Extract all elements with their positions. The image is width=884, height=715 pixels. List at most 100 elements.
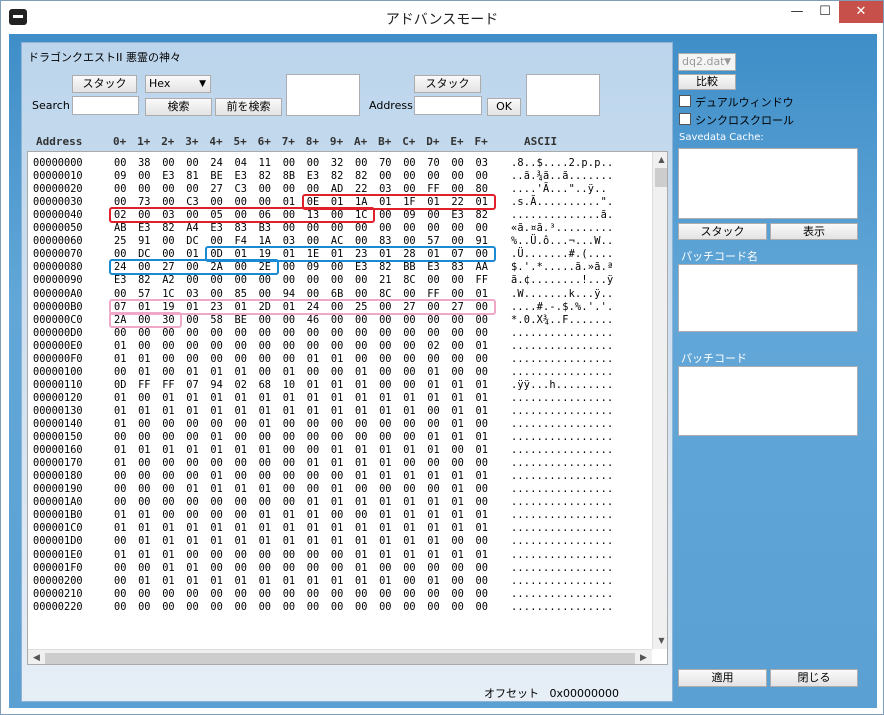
hex-byte[interactable]: 01: [379, 535, 391, 547]
hex-byte[interactable]: 00: [114, 327, 126, 339]
cache-stack-button[interactable]: スタック: [678, 223, 767, 240]
hex-byte[interactable]: 01: [355, 549, 367, 561]
hex-byte[interactable]: 07: [451, 248, 463, 260]
hex-byte[interactable]: 00: [331, 588, 343, 600]
hex-byte[interactable]: 00: [403, 340, 415, 352]
hex-byte[interactable]: 00: [355, 353, 367, 365]
hex-byte[interactable]: 01: [331, 483, 343, 495]
hex-byte[interactable]: 00: [162, 183, 174, 195]
hex-byte[interactable]: 00: [138, 470, 150, 482]
hex-byte[interactable]: 00: [114, 431, 126, 443]
hex-byte[interactable]: 01: [162, 562, 174, 574]
hex-byte[interactable]: 00: [307, 549, 319, 561]
hex-byte[interactable]: 01: [427, 535, 439, 547]
hex-byte[interactable]: 00: [283, 496, 295, 508]
compare-button[interactable]: 比較: [678, 74, 736, 90]
hex-byte[interactable]: 00: [331, 562, 343, 574]
hex-byte[interactable]: 02: [427, 340, 439, 352]
hex-byte[interactable]: 00: [186, 209, 198, 221]
hex-byte[interactable]: 01: [114, 353, 126, 365]
hex-byte[interactable]: 00: [355, 483, 367, 495]
hex-byte[interactable]: 00: [162, 196, 174, 208]
hex-byte[interactable]: 24: [210, 157, 222, 169]
hex-byte[interactable]: 00: [138, 170, 150, 182]
hex-byte[interactable]: 00: [427, 405, 439, 417]
hex-byte[interactable]: 00: [259, 327, 271, 339]
hex-byte[interactable]: 00: [379, 209, 391, 221]
hex-byte[interactable]: 01: [451, 392, 463, 404]
hex-byte[interactable]: 01: [307, 353, 319, 365]
hex-byte[interactable]: 00: [283, 601, 295, 613]
hex-byte[interactable]: 0E: [307, 196, 319, 208]
hex-view[interactable]: 00000000 00 38 00 00 24 04 11 00 00 32 00 70 00 70 00 03…: [27, 151, 668, 665]
hex-byte[interactable]: 00: [476, 366, 488, 378]
hex-byte[interactable]: 00: [162, 327, 174, 339]
hex-byte[interactable]: 04: [235, 157, 247, 169]
hex-byte[interactable]: 00: [186, 353, 198, 365]
hex-byte[interactable]: 8B: [283, 170, 295, 182]
hex-byte[interactable]: 27: [162, 261, 174, 273]
hex-byte[interactable]: 05: [210, 209, 222, 221]
hex-byte[interactable]: 01: [259, 522, 271, 534]
hex-byte[interactable]: 01: [114, 457, 126, 469]
hex-byte[interactable]: 00: [403, 314, 415, 326]
hex-byte[interactable]: 00: [162, 588, 174, 600]
hex-byte[interactable]: 00: [307, 470, 319, 482]
hex-byte[interactable]: 1C: [162, 288, 174, 300]
hex-byte[interactable]: 00: [451, 327, 463, 339]
hex-byte[interactable]: 00: [427, 457, 439, 469]
hex-byte[interactable]: 82: [162, 222, 174, 234]
hex-byte[interactable]: 09: [114, 170, 126, 182]
vertical-scrollbar[interactable]: ▲ ▼: [652, 152, 667, 649]
hex-byte[interactable]: 27: [403, 301, 415, 313]
hex-byte[interactable]: 01: [186, 366, 198, 378]
hex-byte[interactable]: 00: [162, 366, 174, 378]
hex-byte[interactable]: 00: [379, 327, 391, 339]
hex-byte[interactable]: 03: [162, 209, 174, 221]
hex-byte[interactable]: 01: [427, 366, 439, 378]
hex-byte[interactable]: 00: [138, 496, 150, 508]
hex-byte[interactable]: 30: [162, 314, 174, 326]
hex-byte[interactable]: 01: [186, 392, 198, 404]
hex-byte[interactable]: 57: [138, 288, 150, 300]
hex-byte[interactable]: 00: [307, 157, 319, 169]
hex-byte[interactable]: 00: [186, 418, 198, 430]
maximize-button[interactable]: ☐: [812, 1, 838, 23]
address-result-box[interactable]: [526, 74, 600, 116]
hex-byte[interactable]: 00: [476, 170, 488, 182]
minimize-button[interactable]: —: [782, 1, 812, 23]
hex-byte[interactable]: 01: [451, 509, 463, 521]
hex-byte[interactable]: E3: [307, 170, 319, 182]
hex-byte[interactable]: 01: [331, 444, 343, 456]
hex-byte[interactable]: 82: [259, 170, 271, 182]
hex-byte[interactable]: 01: [355, 535, 367, 547]
hex-byte[interactable]: 00: [427, 301, 439, 313]
hex-byte[interactable]: 01: [307, 522, 319, 534]
search-button[interactable]: 検索: [145, 98, 212, 116]
hex-byte[interactable]: 00: [451, 340, 463, 352]
hex-byte[interactable]: 00: [283, 457, 295, 469]
hex-byte[interactable]: 01: [210, 444, 222, 456]
hex-byte[interactable]: 00: [114, 601, 126, 613]
hex-byte[interactable]: 01: [403, 496, 415, 508]
hex-byte[interactable]: 01: [476, 196, 488, 208]
hex-byte[interactable]: 00: [186, 457, 198, 469]
hex-byte[interactable]: 00: [476, 601, 488, 613]
hex-byte[interactable]: 00: [283, 562, 295, 574]
hex-byte[interactable]: 73: [138, 196, 150, 208]
hex-byte[interactable]: 01: [379, 444, 391, 456]
hex-byte[interactable]: 01: [283, 575, 295, 587]
hex-byte[interactable]: 00: [162, 509, 174, 521]
hex-byte[interactable]: 01: [331, 248, 343, 260]
hex-byte[interactable]: 00: [210, 274, 222, 286]
hex-byte[interactable]: 81: [186, 170, 198, 182]
hex-byte[interactable]: F4: [235, 235, 247, 247]
hex-byte[interactable]: 06: [259, 209, 271, 221]
hex-byte[interactable]: 00: [379, 379, 391, 391]
hex-byte[interactable]: 00: [307, 601, 319, 613]
hex-byte[interactable]: 00: [476, 588, 488, 600]
hex-byte[interactable]: 01: [451, 405, 463, 417]
hex-byte[interactable]: 01: [403, 549, 415, 561]
address-ok-button[interactable]: OK: [487, 98, 521, 116]
hex-byte[interactable]: 70: [427, 157, 439, 169]
